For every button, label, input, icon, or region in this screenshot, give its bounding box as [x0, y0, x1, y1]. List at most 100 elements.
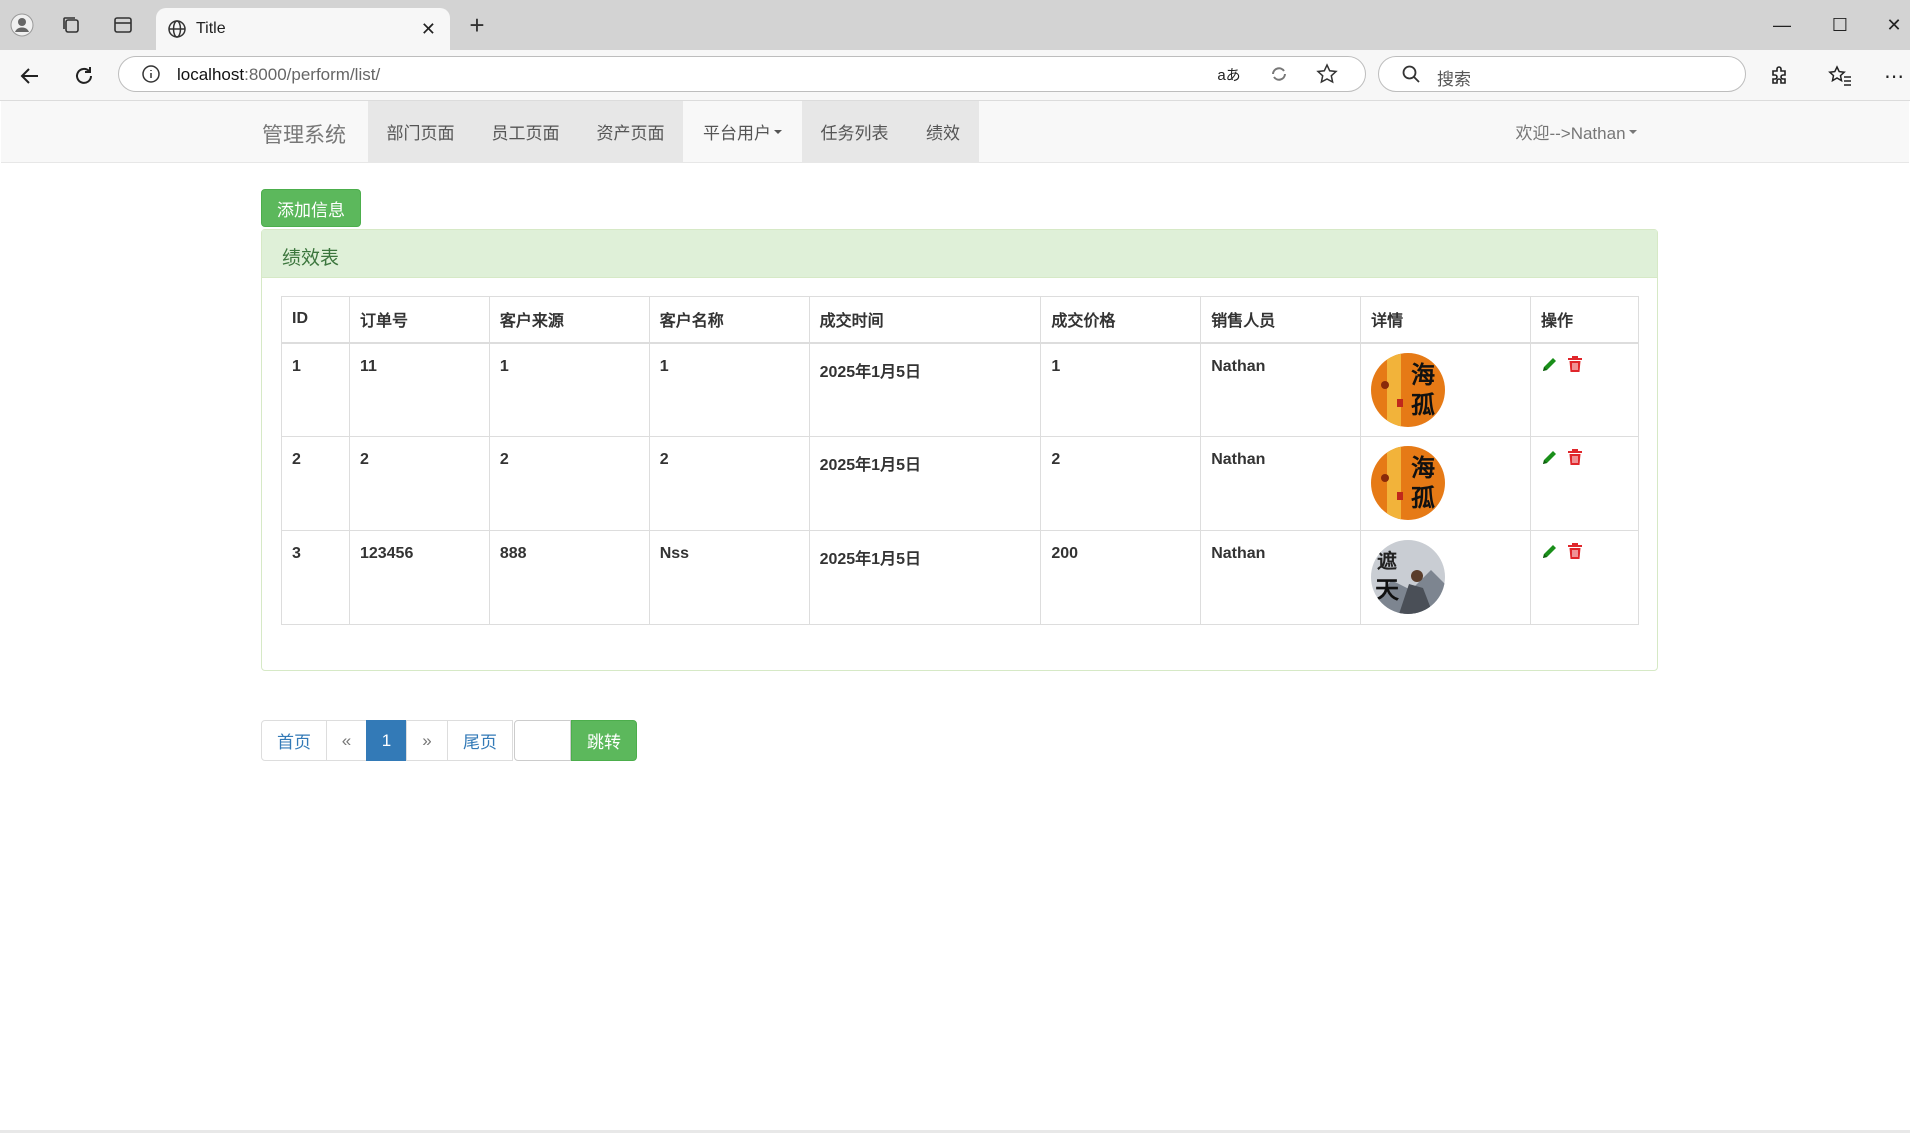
browser-essentials-icon[interactable] [1265, 60, 1293, 88]
cell-source: 1 [488, 342, 650, 437]
cell-source: 2 [488, 436, 650, 531]
pagination: 首页 « 1 » 尾页 跳转 [261, 720, 637, 761]
performance-panel: 绩效表 ID 订单号 客户来源 客户名称 成交时间 成交价格 销售人员 详情 操… [261, 229, 1658, 671]
welcome-text: 欢迎-->Nathan [1515, 124, 1626, 143]
chevron-down-icon [774, 129, 782, 134]
nav-item-assets[interactable]: 资产页面 [578, 101, 683, 162]
cell-actions [1530, 342, 1639, 437]
profile-icon[interactable] [9, 12, 35, 38]
cell-source: 888 [488, 530, 650, 625]
avatar-text-1: 海 [1411, 361, 1435, 389]
column-header: 操作 [1530, 296, 1639, 344]
panel-heading: 绩效表 [262, 230, 1657, 278]
back-icon[interactable] [16, 62, 44, 90]
cell-detail: 海 孤 [1360, 436, 1532, 531]
cell-customer: 1 [648, 342, 810, 437]
cell-actions [1530, 436, 1639, 531]
cell-date: 2025年1月5日 [808, 530, 1042, 625]
browser-tab-bar: Title ✕ + — ☐ ✕ [0, 0, 1910, 50]
app-navbar: 管理系统 部门页面 员工页面 资产页面 平台用户 任务列表 绩效 欢迎-->Na… [1, 101, 1909, 163]
nav-item-label: 任务列表 [820, 124, 889, 143]
nav-item-departments[interactable]: 部门页面 [368, 101, 473, 162]
table-header-row: ID 订单号 客户来源 客户名称 成交时间 成交价格 销售人员 详情 操作 [281, 296, 1639, 344]
new-tab-icon[interactable]: + [464, 10, 490, 40]
column-header: 详情 [1360, 296, 1532, 344]
cell-sales: Nathan [1200, 530, 1362, 625]
search-input[interactable]: 搜索 [1378, 56, 1746, 92]
delete-trash-icon[interactable] [1567, 542, 1583, 560]
detail-avatar-image: 海 孤 [1371, 446, 1446, 520]
cell-price: 200 [1040, 530, 1202, 625]
table-row: 2 2 2 2 2025年1月5日 2 Nathan 海 孤 [281, 436, 1639, 531]
nav-item-label: 部门页面 [386, 124, 455, 143]
translate-icon[interactable]: aあ [1215, 60, 1243, 88]
detail-avatar-image: 遮 天 [1371, 540, 1446, 614]
column-header: 成交价格 [1040, 296, 1202, 344]
detail-avatar-image: 海 孤 [1371, 352, 1446, 427]
delete-trash-icon[interactable] [1567, 448, 1583, 466]
cell-detail: 海 孤 [1360, 342, 1532, 437]
column-header: ID [281, 296, 350, 344]
panel-title: 绩效表 [282, 248, 340, 269]
edit-pencil-icon[interactable] [1541, 355, 1559, 373]
delete-trash-icon[interactable] [1567, 355, 1583, 373]
browser-tab[interactable]: Title ✕ [156, 8, 450, 50]
column-header: 客户名称 [648, 296, 810, 344]
table-row: 3 123456 888 Nss 2025年1月5日 200 Nathan 遮 … [281, 530, 1639, 625]
refresh-icon[interactable] [70, 62, 98, 90]
collections-icon[interactable] [58, 12, 84, 38]
nav-item-platform-users[interactable]: 平台用户 [683, 101, 802, 162]
avatar-text-1: 遮 [1377, 549, 1397, 573]
user-menu[interactable]: 欢迎-->Nathan [1506, 101, 1646, 162]
url-host: localhost [177, 65, 245, 84]
favorites-icon[interactable] [1826, 62, 1854, 90]
brand-title[interactable]: 管理系统 [262, 119, 346, 149]
cell-detail: 遮 天 [1360, 530, 1532, 625]
avatar-text-2: 天 [1375, 576, 1399, 604]
avatar-text-1: 海 [1411, 454, 1435, 482]
avatar-text-2: 孤 [1411, 391, 1435, 419]
edit-pencil-icon[interactable] [1541, 448, 1559, 466]
performance-table: ID 订单号 客户来源 客户名称 成交时间 成交价格 销售人员 详情 操作 1 … [281, 296, 1639, 625]
jump-page-input[interactable] [514, 720, 571, 761]
url-text: localhost:8000/perform/list/ [177, 65, 380, 85]
cell-sales: Nathan [1200, 342, 1362, 437]
last-page-link[interactable]: 尾页 [447, 720, 513, 761]
cell-price: 1 [1040, 342, 1202, 437]
jump-button[interactable]: 跳转 [571, 720, 637, 761]
extensions-icon[interactable] [1766, 62, 1794, 90]
address-bar[interactable]: localhost:8000/perform/list/ aあ [118, 56, 1366, 92]
close-window-icon[interactable]: ✕ [1874, 12, 1910, 38]
cell-customer: 2 [648, 436, 810, 531]
nav-item-performance[interactable]: 绩效 [907, 101, 979, 162]
cell-id: 1 [281, 342, 350, 437]
cell-id: 3 [281, 530, 350, 625]
chevron-down-icon [1628, 129, 1637, 134]
nav-item-tasks[interactable]: 任务列表 [802, 101, 907, 162]
nav-item-employees[interactable]: 员工页面 [473, 101, 578, 162]
avatar-text-2: 孤 [1411, 484, 1435, 512]
cell-id: 2 [281, 436, 350, 531]
add-info-button[interactable]: 添加信息 [261, 189, 361, 227]
maximize-icon[interactable]: ☐ [1820, 12, 1860, 38]
current-page-link[interactable]: 1 [366, 720, 407, 761]
favorite-star-icon[interactable] [1313, 60, 1341, 88]
minimize-icon[interactable]: — [1762, 12, 1802, 38]
prev-page-link[interactable]: « [326, 720, 367, 761]
tab-actions-icon[interactable] [110, 12, 136, 38]
close-tab-icon[interactable]: ✕ [421, 19, 436, 40]
tab-title: Title [196, 20, 226, 37]
first-page-link[interactable]: 首页 [261, 720, 327, 761]
table-row: 1 11 1 1 2025年1月5日 1 Nathan 海 孤 [281, 342, 1639, 437]
edit-pencil-icon[interactable] [1541, 542, 1559, 560]
cell-date: 2025年1月5日 [808, 436, 1042, 531]
browser-toolbar: localhost:8000/perform/list/ aあ 搜索 ⋯ [0, 50, 1910, 101]
cell-order: 123456 [348, 530, 490, 625]
cell-date: 2025年1月5日 [808, 342, 1042, 437]
search-icon [1397, 60, 1425, 88]
cell-actions [1530, 530, 1639, 625]
next-page-link[interactable]: » [406, 720, 448, 761]
nav-item-label: 绩效 [926, 124, 960, 143]
more-menu-icon[interactable]: ⋯ [1880, 62, 1908, 90]
site-info-icon[interactable] [137, 60, 165, 88]
